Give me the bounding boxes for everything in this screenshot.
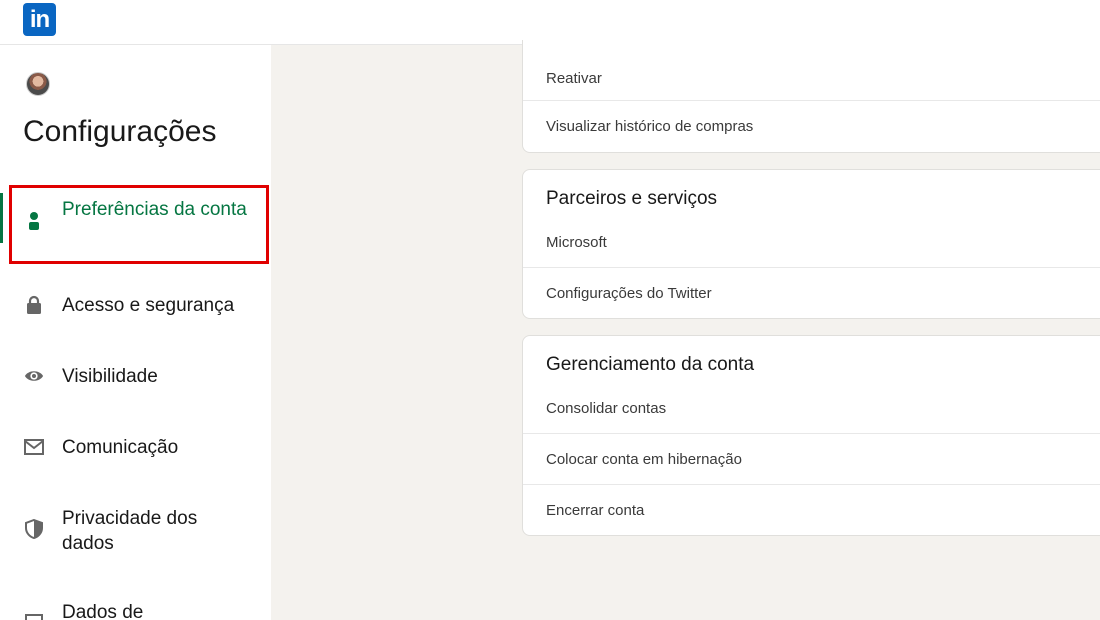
page-title: Configurações <box>23 115 217 148</box>
sidebar-item-label: Privacidade dos dados <box>62 508 198 554</box>
card-partners-services: Parceiros e serviços Microsoft Configura… <box>522 169 1100 319</box>
card-title: Gerenciamento da conta <box>546 354 755 375</box>
top-bar: in <box>0 0 1100 45</box>
card-account-management: Gerenciamento da conta Consolidar contas… <box>522 335 1100 536</box>
envelope-icon <box>24 437 44 457</box>
row-label: Microsoft <box>546 234 607 251</box>
sidebar-item-label: Acesso e segurança <box>62 295 235 316</box>
row-label: Reativar <box>546 69 602 87</box>
row-label: Consolidar contas <box>546 400 667 417</box>
row-microsoft[interactable]: Microsoft <box>523 218 1100 267</box>
eye-icon <box>24 366 44 386</box>
lock-icon <box>24 295 44 315</box>
sidebar-item-label: Comunicação <box>62 437 179 458</box>
sidebar-item-data[interactable]: Dados de <box>0 600 271 620</box>
row-label: Configurações do Twitter <box>546 284 712 302</box>
shield-icon <box>24 519 44 539</box>
card-title: Parceiros e serviços <box>546 188 718 209</box>
row-twitter-settings[interactable]: Configurações do Twitter <box>523 267 1100 318</box>
row-purchase-history[interactable]: Visualizar histórico de compras <box>523 100 1100 151</box>
person-icon <box>24 211 44 231</box>
document-icon <box>24 614 44 620</box>
row-hibernate-account[interactable]: Colocar conta em hibernação <box>523 433 1100 484</box>
row-reactivate[interactable]: Reativar <box>523 40 1100 100</box>
linkedin-logo[interactable]: in <box>23 3 56 36</box>
sidebar-item-visibility[interactable]: Visibilidade <box>0 364 271 392</box>
sidebar-item-access-security[interactable]: Acesso e segurança <box>0 293 271 321</box>
sidebar-item-label: Dados de <box>62 602 144 620</box>
sidebar-item-data-privacy[interactable]: Privacidade dos dados <box>0 506 271 556</box>
card-subscription: Reativar Visualizar histórico de compras <box>522 40 1100 153</box>
sidebar-item-label: Preferências da conta <box>62 199 247 220</box>
sidebar-item-communication[interactable]: Comunicação <box>0 435 271 463</box>
row-label: Colocar conta em hibernação <box>546 450 742 468</box>
sidebar-item-account-preferences[interactable]: Preferências da conta <box>0 197 271 247</box>
sidebar-item-label: Visibilidade <box>62 366 158 387</box>
row-close-account[interactable]: Encerrar conta <box>523 484 1100 535</box>
avatar[interactable] <box>26 72 50 96</box>
row-merge-accounts[interactable]: Consolidar contas <box>523 384 1100 433</box>
row-label: Visualizar histórico de compras <box>546 117 754 135</box>
row-label: Encerrar conta <box>546 501 645 519</box>
